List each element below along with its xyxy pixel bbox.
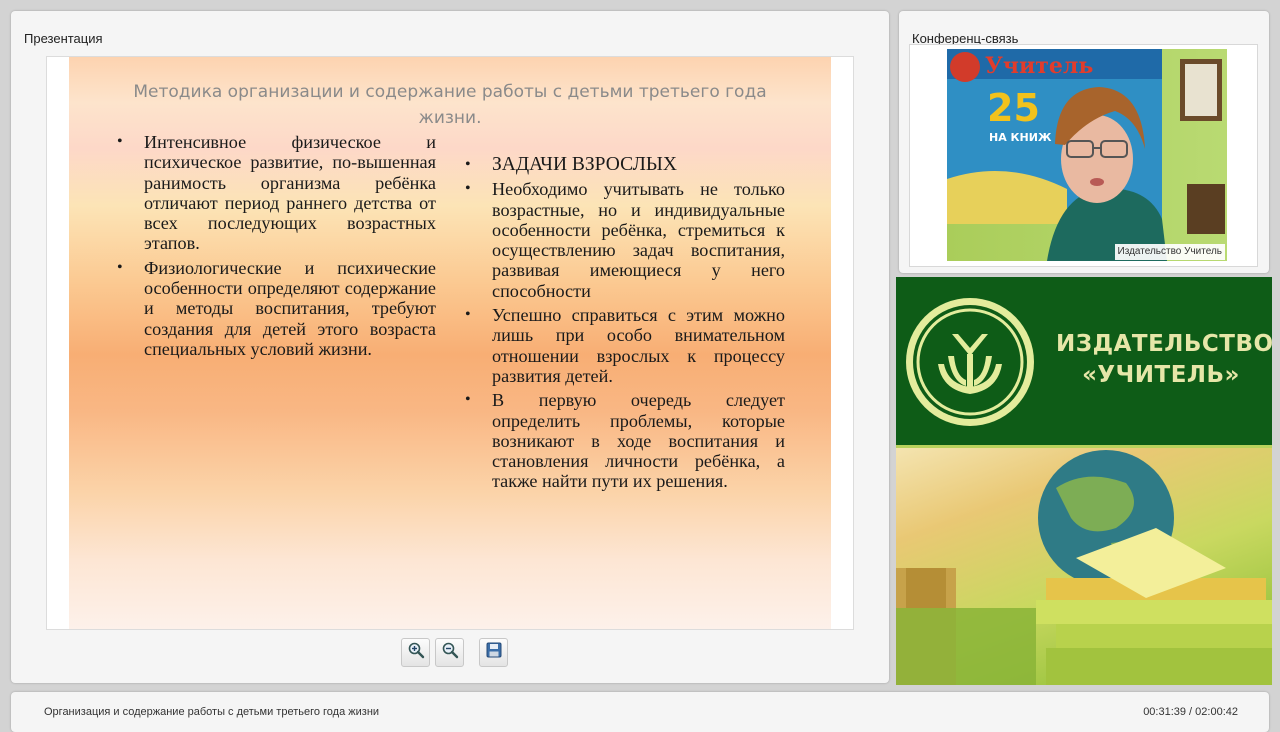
zoom-out-button[interactable] xyxy=(435,638,464,667)
zoom-out-icon xyxy=(441,641,459,664)
presentation-panel: Презентация Методика организации и содер… xyxy=(11,11,889,683)
publisher-banner-header: ИЗДАТЕЛЬСТВО «УЧИТЕЛЬ» xyxy=(896,277,1272,448)
webcam-scene: Учитель 25 НА КНИЖ xyxy=(947,49,1227,261)
publisher-name-line1: ИЗДАТЕЛЬСТВО xyxy=(1056,331,1272,357)
books-globe-illustration xyxy=(896,450,1272,685)
banner-image-books-globe xyxy=(896,448,1272,685)
save-button[interactable] xyxy=(479,638,508,667)
zoom-in-icon xyxy=(407,641,425,664)
lecture-title: Организация и содержание работы с детьми… xyxy=(44,706,380,718)
video-frame[interactable]: Учитель 25 НА КНИЖ Издательство Учитель xyxy=(909,44,1258,267)
conference-panel: Конференц-связь Учитель 25 НА КНИЖ Издат… xyxy=(899,11,1269,273)
save-icon xyxy=(485,641,503,664)
slide-right-column: ЗАДАЧИ ВЗРОСЛЫХ Необходимо учитывать не … xyxy=(465,154,785,496)
slide-bullet: Необходимо учитывать не только возрастны… xyxy=(465,179,785,301)
video-participant-label: Издательство Учитель xyxy=(1114,244,1225,260)
slide-bullet: Физиологические и психические особенност… xyxy=(117,258,436,359)
slide-title: Методика организации и содержание работы… xyxy=(133,82,767,128)
slide: Методика организации и содержание работы… xyxy=(69,57,831,629)
slide-bullet: Интенсивное физическое и психическое раз… xyxy=(117,132,436,254)
publisher-name-line2: «УЧИТЕЛЬ» xyxy=(1082,362,1240,388)
slide-frame: Методика организации и содержание работы… xyxy=(46,56,854,630)
publisher-name: ИЗДАТЕЛЬСТВО «УЧИТЕЛЬ» xyxy=(1056,329,1272,391)
webcam-video: Учитель 25 НА КНИЖ xyxy=(947,49,1227,261)
poster-sub: НА КНИЖ xyxy=(989,131,1052,144)
publisher-logo-icon xyxy=(902,294,1038,430)
zoom-in-button[interactable] xyxy=(401,638,430,667)
slide-heading: ЗАДАЧИ ВЗРОСЛЫХ xyxy=(465,154,785,175)
slide-left-column: Интенсивное физическое и психическое раз… xyxy=(117,132,436,363)
slide-bullet: Успешно справиться с этим можно лишь при… xyxy=(465,305,785,386)
poster-brand: Учитель xyxy=(985,53,1093,79)
player-footer: Организация и содержание работы с детьми… xyxy=(11,692,1269,732)
slide-bullet: В первую очередь следует определить проб… xyxy=(465,390,785,491)
poster-number: 25 xyxy=(987,86,1040,130)
publisher-banner: ИЗДАТЕЛЬСТВО «УЧИТЕЛЬ» xyxy=(896,277,1272,685)
presentation-panel-title: Презентация xyxy=(24,31,103,46)
playback-time: 00:31:39 / 02:00:42 xyxy=(1143,706,1238,718)
